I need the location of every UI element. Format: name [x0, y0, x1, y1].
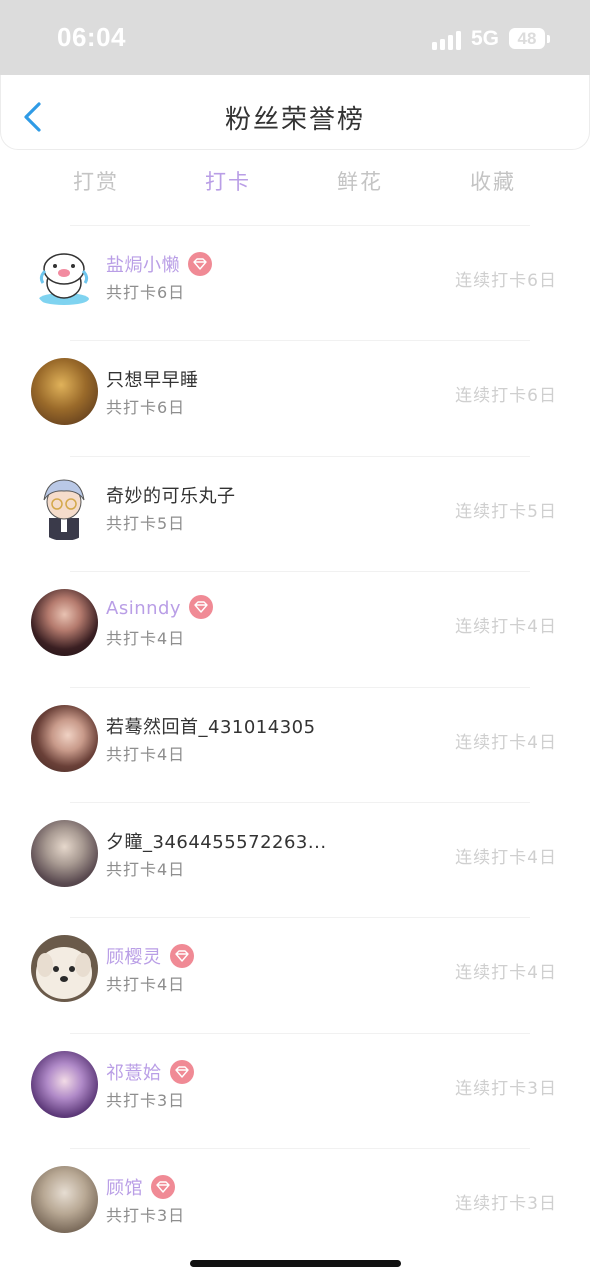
- avatar[interactable]: [31, 1050, 98, 1118]
- tab-bar: 打赏 打卡 鲜花 收藏: [0, 150, 590, 210]
- home-indicator[interactable]: [190, 1260, 401, 1267]
- status-bar: 06:04 5G 48: [0, 0, 590, 75]
- list-item[interactable]: 祁薏姶 共打卡3日 连续打卡3日: [0, 1032, 590, 1148]
- avatar[interactable]: [31, 1166, 98, 1234]
- avatar[interactable]: [31, 935, 98, 1003]
- signal-icon: [432, 30, 464, 50]
- row-divider: [70, 1148, 530, 1150]
- row-divider: [70, 455, 530, 457]
- avatar[interactable]: [31, 819, 98, 887]
- vip-diamond-icon: [189, 595, 214, 620]
- vip-diamond-icon: [169, 944, 194, 969]
- battery-icon: 48: [509, 28, 545, 49]
- list-item[interactable]: 奇妙的可乐丸子 共打卡5日 连续打卡5日: [0, 455, 590, 571]
- avatar[interactable]: [31, 243, 98, 310]
- network-type: 5G: [471, 27, 500, 50]
- total-checkins: 共打卡5日: [106, 513, 186, 533]
- fan-name[interactable]: 顾馆: [106, 1174, 175, 1201]
- checkin-streak: 连续打卡6日: [455, 386, 557, 407]
- total-checkins: 共打卡4日: [106, 629, 186, 649]
- row-divider: [70, 917, 530, 919]
- avatar[interactable]: [31, 473, 98, 541]
- fan-ranking-list: 盐焗小懒 共打卡6日 连续打卡6日 只想早早睡 共打卡6日 连续打卡6日 奇妙的…: [0, 225, 590, 1264]
- fan-name[interactable]: 夕瞳_3464455572263...: [106, 828, 327, 854]
- fan-name[interactable]: 奇妙的可乐丸子: [106, 482, 236, 508]
- fan-name[interactable]: 若蓦然回首_431014305: [106, 713, 316, 739]
- avatar[interactable]: [31, 358, 98, 426]
- total-checkins: 共打卡3日: [106, 1206, 186, 1226]
- fan-name[interactable]: 顾樱灵: [106, 943, 194, 970]
- status-time: 06:04: [57, 22, 126, 52]
- fan-name[interactable]: 盐焗小懒: [106, 251, 212, 278]
- list-item[interactable]: 若蓦然回首_431014305 共打卡4日 连续打卡4日: [0, 686, 590, 802]
- list-item[interactable]: 顾馆 共打卡3日 连续打卡3日: [0, 1148, 590, 1263]
- nav-bar: 粉丝荣誉榜: [0, 75, 590, 150]
- list-item[interactable]: 夕瞳_3464455572263... 共打卡4日 连续打卡4日: [0, 801, 590, 917]
- row-divider: [70, 225, 530, 226]
- tab-flowers[interactable]: 鲜花: [315, 166, 405, 196]
- row-divider: [70, 340, 530, 342]
- tab-favorites[interactable]: 收藏: [448, 166, 538, 196]
- total-checkins: 共打卡6日: [106, 283, 186, 302]
- total-checkins: 共打卡6日: [106, 398, 186, 418]
- vip-diamond-icon: [188, 252, 212, 276]
- vip-diamond-icon: [151, 1175, 175, 1200]
- list-item[interactable]: 只想早早睡 共打卡6日 连续打卡6日: [0, 340, 590, 455]
- total-checkins: 共打卡4日: [106, 859, 186, 879]
- vip-diamond-icon: [169, 1059, 194, 1084]
- total-checkins: 共打卡4日: [106, 744, 186, 764]
- checkin-streak: 连续打卡3日: [455, 1078, 557, 1099]
- row-divider: [70, 571, 530, 573]
- row-divider: [70, 801, 530, 803]
- checkin-streak: 连续打卡4日: [455, 963, 557, 984]
- row-divider: [70, 686, 530, 688]
- battery-tip: [547, 35, 550, 43]
- fan-name[interactable]: 只想早早睡: [106, 366, 199, 392]
- list-item[interactable]: Asinndy 共打卡4日 连续打卡4日: [0, 571, 590, 686]
- list-item[interactable]: 盐焗小懒 共打卡6日 连续打卡6日: [0, 225, 590, 340]
- checkin-streak: 连续打卡4日: [455, 732, 557, 753]
- list-item[interactable]: 顾樱灵 共打卡4日 连续打卡4日: [0, 917, 590, 1032]
- page-title: 粉丝荣誉榜: [224, 105, 365, 135]
- checkin-streak: 连续打卡5日: [455, 501, 557, 522]
- avatar[interactable]: [31, 589, 98, 657]
- fan-name[interactable]: 祁薏姶: [106, 1059, 194, 1086]
- avatar[interactable]: [31, 704, 98, 772]
- checkin-streak: 连续打卡4日: [455, 847, 557, 868]
- tab-reward[interactable]: 打赏: [51, 166, 141, 196]
- checkin-streak: 连续打卡3日: [455, 1194, 557, 1215]
- checkin-streak: 连续打卡4日: [455, 617, 557, 638]
- fan-name[interactable]: Asinndy: [106, 595, 214, 621]
- total-checkins: 共打卡4日: [106, 975, 186, 995]
- tab-checkin[interactable]: 打卡: [183, 166, 273, 196]
- checkin-streak: 连续打卡6日: [455, 271, 557, 291]
- row-divider: [70, 1032, 530, 1034]
- total-checkins: 共打卡3日: [106, 1090, 186, 1110]
